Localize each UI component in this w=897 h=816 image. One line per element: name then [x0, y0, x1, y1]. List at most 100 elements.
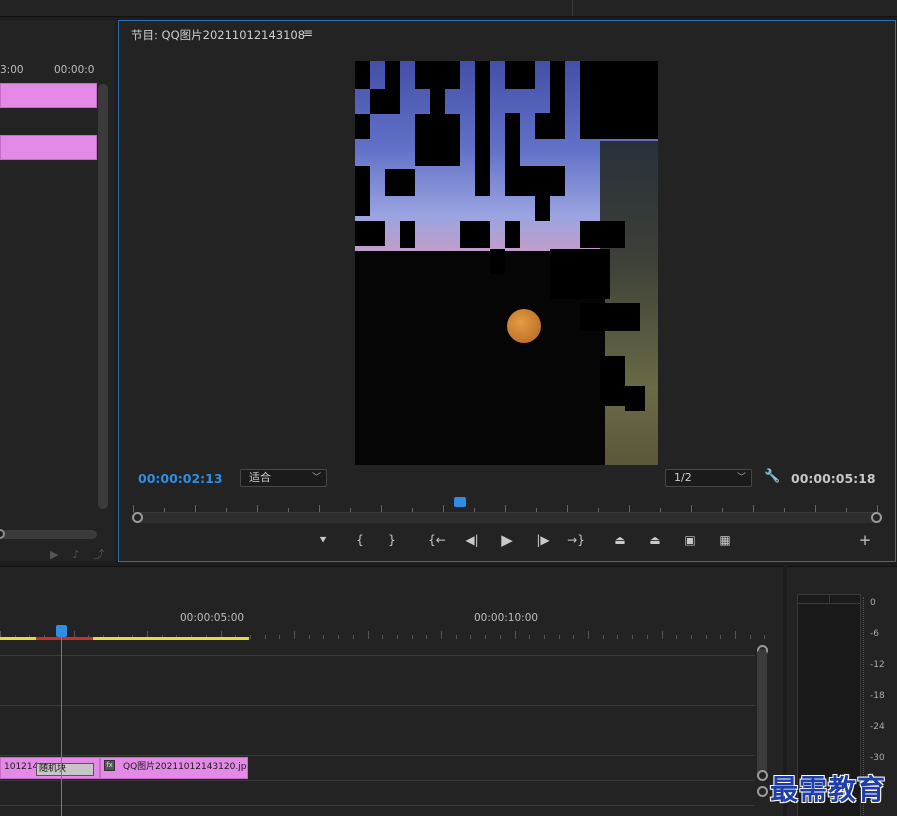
go-to-in-button[interactable]: {←	[426, 533, 448, 547]
ruler-tick	[474, 508, 475, 512]
db-label: -18	[870, 691, 885, 701]
step-forward-button[interactable]: |▶	[532, 533, 554, 547]
program-video-frame	[355, 61, 658, 465]
ruler-tick	[764, 635, 766, 639]
db-label: -30	[870, 753, 885, 763]
current-timecode[interactable]: 00:00:02:13	[138, 471, 223, 486]
source-panel: 3:00 00:00:0 ▶♪⤴	[0, 20, 115, 561]
ruler-tick	[288, 508, 289, 512]
add-button[interactable]: +	[854, 531, 876, 549]
timeline-clip[interactable]: QQ图片20211012143120.jpg	[100, 757, 248, 779]
program-playhead[interactable]	[454, 497, 466, 507]
transition-label[interactable]: 随机块	[36, 763, 94, 776]
timeline-playhead[interactable]	[56, 625, 67, 637]
ruler-tick	[195, 505, 196, 512]
ruler-tick	[338, 635, 340, 639]
ruler-tick	[319, 505, 320, 512]
watermark-logo: 最需教育	[770, 773, 887, 806]
clip-name: QQ图片20211012143120.jpg	[123, 762, 248, 772]
go-to-out-button[interactable]: →}	[565, 533, 587, 547]
db-label: -24	[870, 722, 885, 732]
ruler-tick	[720, 635, 722, 639]
timeline-time-label: 00:00:05:00	[180, 612, 245, 624]
source-clip-bar[interactable]	[0, 135, 97, 160]
source-vertical-scrollbar[interactable]	[98, 84, 108, 509]
ruler-tick	[279, 635, 281, 639]
panel-menu-icon[interactable]: ≡	[303, 26, 313, 40]
ruler-tick	[749, 635, 751, 639]
program-monitor-title[interactable]: 节目: QQ图片20211012143108	[131, 27, 305, 43]
ruler-tick	[133, 505, 134, 512]
ruler-tick	[661, 631, 663, 639]
program-zoom-scrollbar[interactable]	[135, 513, 879, 523]
ruler-tick	[443, 505, 444, 512]
ruler-tick	[691, 505, 692, 512]
ruler-tick	[382, 635, 384, 639]
ruler-tick	[558, 635, 560, 639]
duration-timecode: 00:00:05:18	[791, 471, 876, 486]
scrollbar-end-handle[interactable]	[871, 512, 882, 523]
settings-wrench-icon[interactable]: 🔧	[764, 469, 780, 484]
track-divider	[0, 805, 755, 806]
timeline-panel: 00:00:05:00 00:00:10:00 101214 QQ图片20211…	[0, 566, 783, 816]
video-moon	[507, 309, 541, 343]
scrollbar-start-handle[interactable]	[132, 512, 143, 523]
ruler-tick	[629, 505, 630, 512]
source-clip-bar[interactable]	[0, 83, 97, 108]
ruler-tick	[735, 631, 736, 639]
extract-button[interactable]: ⏏	[644, 533, 666, 547]
ruler-tick	[646, 635, 648, 639]
ruler-tick	[499, 635, 501, 639]
ruler-tick	[470, 635, 472, 639]
export-frame-icon[interactable]: ⤴	[93, 548, 118, 561]
workspace-menubar	[0, 0, 897, 17]
ruler-tick	[753, 505, 754, 512]
ruler-tick	[367, 631, 369, 639]
mark-out-button[interactable]: }	[381, 533, 403, 547]
ruler-tick	[598, 508, 599, 512]
db-label: -12	[870, 660, 885, 670]
lift-button[interactable]: ⏏	[609, 533, 631, 547]
ruler-tick	[411, 635, 413, 639]
timeline-time-label: 00:00:10:00	[474, 612, 539, 624]
source-toolbar: ▶♪⤴	[50, 546, 118, 562]
ruler-tick	[249, 635, 251, 639]
track-divider	[0, 755, 755, 756]
ruler-tick	[352, 635, 354, 639]
ruler-tick	[877, 505, 878, 512]
ruler-tick	[294, 631, 295, 639]
render-status-bar	[36, 637, 93, 640]
ruler-tick	[257, 505, 258, 512]
timeline-playhead-line	[61, 633, 62, 816]
track-divider	[0, 655, 755, 656]
play-button[interactable]: ▶	[496, 531, 518, 549]
ruler-tick	[567, 505, 568, 512]
transport-controls: ⯆ { } {← ◀| ▶ |▶ →} ⏏ ⏏ ▣ ▦ +	[119, 531, 897, 553]
program-time-ruler[interactable]	[133, 499, 879, 513]
ruler-tick	[505, 505, 506, 512]
insert-audio-icon[interactable]: ▶♪	[50, 548, 93, 561]
step-back-button[interactable]: ◀|	[461, 533, 483, 547]
ruler-tick	[632, 635, 634, 639]
ruler-tick	[705, 635, 707, 639]
timeline-vertical-scrollbar[interactable]	[757, 649, 767, 779]
timeline-scroll-end-handle[interactable]	[757, 770, 768, 781]
add-marker-button[interactable]: ⯆	[312, 533, 334, 548]
db-label: 0	[870, 598, 876, 608]
timeline-scroll-handle[interactable]	[757, 786, 768, 797]
export-frame-button[interactable]: ▣	[679, 533, 701, 547]
comparison-view-button[interactable]: ▦	[714, 533, 736, 547]
ruler-tick	[784, 508, 785, 512]
ruler-tick	[617, 635, 619, 639]
mark-in-button[interactable]: {	[349, 533, 371, 547]
zoom-level-select[interactable]: 适合 ﹀	[240, 469, 327, 487]
ruler-tick	[588, 631, 589, 639]
ruler-tick	[676, 635, 678, 639]
ruler-tick	[514, 631, 516, 639]
ruler-tick	[396, 635, 398, 639]
chevron-down-icon: ﹀	[736, 473, 746, 483]
source-horizontal-scrollbar[interactable]	[0, 530, 97, 539]
ruler-tick	[426, 635, 428, 639]
playback-resolution-select[interactable]: 1/2 ﹀	[665, 469, 752, 487]
ruler-tick	[543, 635, 545, 639]
